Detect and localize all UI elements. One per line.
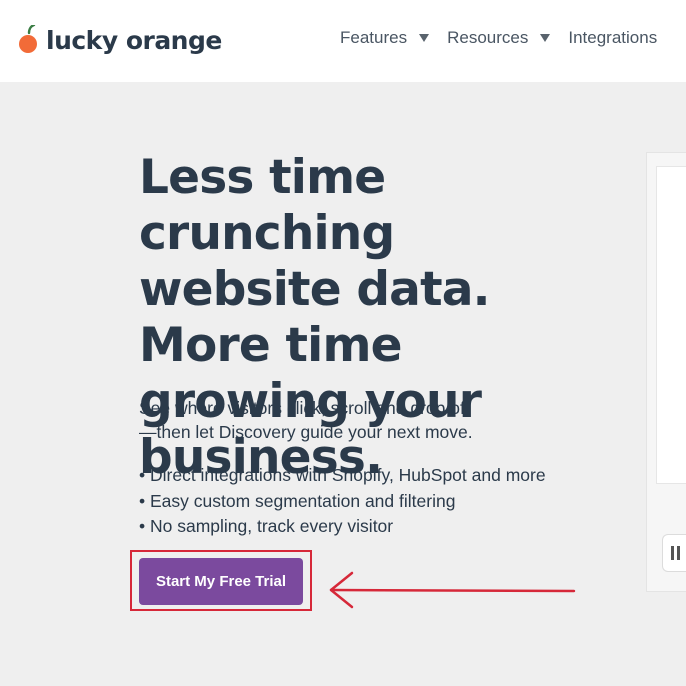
nav-features[interactable]: Features [340,28,430,48]
hero-subheadline: See where visitors click, scroll and dro… [139,396,539,444]
pause-button[interactable] [662,534,686,572]
nav-resources[interactable]: Resources [447,28,551,48]
feature-item-no-sampling: • No sampling, track every visitor [139,516,394,536]
logo-link[interactable]: lucky orange [18,22,222,58]
pause-icon [670,546,680,560]
product-preview-screen [656,166,686,484]
main-nav: Features Resources Integrations [340,28,657,48]
nav-resources-label: Resources [447,28,529,47]
logo-text: lucky orange [46,25,222,55]
orange-fruit-icon [18,23,40,55]
chevron-down-icon [540,34,551,42]
feature-item-segmentation: • Easy custom segmentation and filtering [139,490,456,511]
subheadline-line-2: —then let Discovery guide your next move… [139,422,473,442]
nav-integrations[interactable]: Integrations [568,28,657,48]
left-arrow-icon [329,571,576,609]
nav-features-label: Features [340,28,408,47]
feature-list: • Direct integrations with Shopify, HubS… [139,463,546,540]
site-header: lucky orange Features Resources Integrat… [0,0,686,82]
start-free-trial-button[interactable]: Start My Free Trial [139,558,303,605]
subheadline-line-1: See where visitors click, scroll and dro… [139,398,470,418]
nav-integrations-label: Integrations [568,28,658,47]
feature-item-integrations: • Direct integrations with Shopify, HubS… [139,465,546,485]
chevron-down-icon [419,34,430,42]
